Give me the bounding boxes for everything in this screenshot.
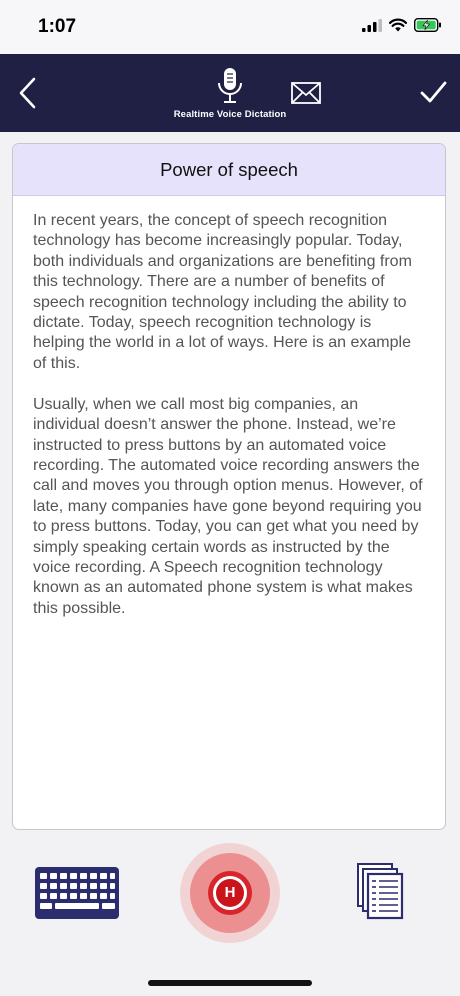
document-card: Power of speech In recent years, the con…: [12, 143, 446, 830]
document-body[interactable]: In recent years, the concept of speech r…: [13, 196, 445, 619]
microphone-icon[interactable]: [212, 66, 248, 106]
navbar: Realtime Voice Dictation: [0, 54, 460, 132]
wifi-icon: [389, 18, 407, 32]
app-caption: Realtime Voice Dictation: [173, 109, 287, 120]
status-time: 1:07: [38, 16, 77, 37]
keyboard-icon[interactable]: [34, 866, 120, 920]
battery-charging-icon: [414, 18, 441, 32]
document-title-bar: Power of speech: [13, 144, 445, 196]
record-letter: H: [216, 879, 244, 907]
mail-icon[interactable]: [290, 80, 322, 106]
document-paragraph[interactable]: Usually, when we call most big companies…: [33, 395, 427, 619]
document-title[interactable]: Power of speech: [160, 159, 298, 181]
home-indicator[interactable]: [148, 980, 312, 986]
status-icons: [362, 18, 442, 32]
record-button[interactable]: H: [180, 843, 280, 943]
checkmark-icon[interactable]: [418, 78, 448, 108]
back-chevron-icon[interactable]: [14, 76, 44, 110]
status-bar: 1:07: [0, 0, 460, 54]
signal-icon: [362, 18, 382, 32]
documents-icon[interactable]: [356, 862, 408, 922]
document-paragraph[interactable]: In recent years, the concept of speech r…: [33, 211, 427, 374]
